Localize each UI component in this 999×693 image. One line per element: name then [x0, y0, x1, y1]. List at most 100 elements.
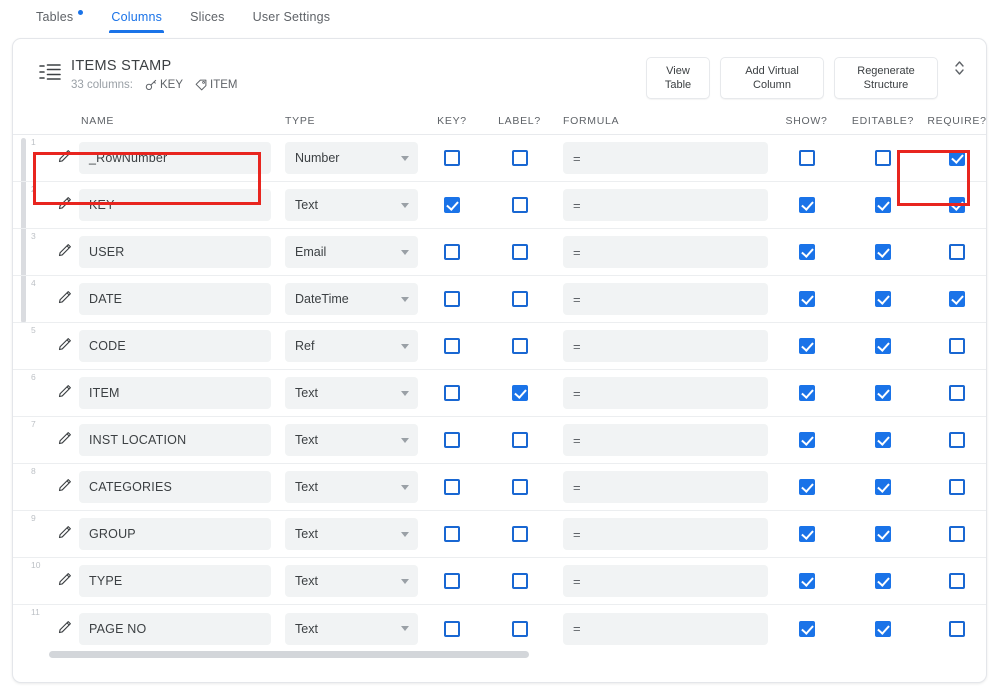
key-checkbox[interactable] — [444, 385, 460, 401]
label-checkbox[interactable] — [511, 620, 528, 637]
formula-input[interactable]: = — [563, 518, 768, 550]
key-checkbox[interactable] — [444, 620, 460, 637]
column-type-select[interactable]: DateTime — [285, 283, 418, 315]
formula-input[interactable]: = — [563, 236, 768, 268]
require-checkbox[interactable] — [949, 526, 965, 542]
edit-column-button[interactable] — [51, 619, 79, 639]
show-checkbox[interactable] — [798, 432, 815, 448]
editable-checkbox[interactable] — [875, 479, 891, 495]
key-checkbox[interactable] — [444, 244, 460, 260]
label-checkbox[interactable] — [511, 573, 528, 589]
editable-checkbox[interactable] — [875, 432, 891, 448]
show-checkbox[interactable] — [798, 197, 815, 213]
require-checkbox[interactable] — [949, 385, 965, 401]
editable-checkbox[interactable] — [875, 338, 891, 354]
editable-checkbox[interactable] — [875, 385, 891, 401]
formula-input[interactable]: = — [563, 283, 768, 315]
label-checkbox[interactable] — [511, 385, 528, 401]
column-name-input[interactable]: TYPE — [79, 565, 271, 597]
column-type-select[interactable]: Text — [285, 189, 418, 221]
show-checkbox[interactable] — [798, 573, 815, 589]
horizontal-scrollbar-thumb[interactable] — [49, 651, 529, 658]
column-type-select[interactable]: Text — [285, 377, 418, 409]
column-name-input[interactable]: CODE — [79, 330, 271, 362]
formula-input[interactable]: = — [563, 142, 768, 174]
edit-column-button[interactable] — [51, 242, 79, 262]
require-checkbox[interactable] — [949, 244, 965, 260]
key-checkbox[interactable] — [444, 291, 460, 307]
require-checkbox[interactable] — [949, 338, 965, 354]
tab-user-settings[interactable]: User Settings — [239, 0, 345, 33]
label-checkbox[interactable] — [511, 338, 528, 354]
label-checkbox[interactable] — [511, 244, 528, 260]
column-name-input[interactable]: ITEM — [79, 377, 271, 409]
editable-checkbox[interactable] — [875, 150, 891, 166]
editable-checkbox[interactable] — [875, 620, 891, 637]
tab-tables[interactable]: Tables — [22, 0, 97, 33]
formula-input[interactable]: = — [563, 330, 768, 362]
regenerate-structure-button[interactable]: Regenerate Structure — [834, 57, 938, 99]
column-type-select[interactable]: Text — [285, 424, 418, 456]
show-checkbox[interactable] — [798, 526, 815, 542]
show-checkbox[interactable] — [798, 385, 815, 401]
require-checkbox[interactable] — [949, 573, 965, 589]
column-name-input[interactable]: KEY — [79, 189, 271, 221]
label-checkbox[interactable] — [511, 291, 528, 307]
column-name-input[interactable]: _RowNumber — [79, 142, 271, 174]
label-checkbox[interactable] — [511, 526, 528, 542]
editable-checkbox[interactable] — [875, 573, 891, 589]
column-type-select[interactable]: Text — [285, 471, 418, 503]
key-checkbox[interactable] — [444, 479, 460, 495]
show-checkbox[interactable] — [798, 291, 815, 307]
label-checkbox[interactable] — [511, 150, 528, 166]
formula-input[interactable]: = — [563, 424, 768, 456]
key-checkbox[interactable] — [444, 573, 460, 589]
column-type-select[interactable]: Text — [285, 612, 418, 645]
key-checkbox[interactable] — [444, 338, 460, 354]
edit-column-button[interactable] — [51, 524, 79, 544]
label-checkbox[interactable] — [511, 479, 528, 495]
edit-column-button[interactable] — [51, 383, 79, 403]
column-type-select[interactable]: Ref — [285, 330, 418, 362]
formula-input[interactable]: = — [563, 471, 768, 503]
column-type-select[interactable]: Text — [285, 565, 418, 597]
key-checkbox[interactable] — [444, 526, 460, 542]
require-checkbox[interactable] — [949, 479, 965, 495]
column-name-input[interactable]: USER — [79, 236, 271, 268]
require-checkbox[interactable] — [949, 620, 965, 637]
edit-column-button[interactable] — [51, 289, 79, 309]
formula-input[interactable]: = — [563, 377, 768, 409]
label-checkbox[interactable] — [511, 197, 528, 213]
edit-column-button[interactable] — [51, 571, 79, 591]
tab-columns[interactable]: Columns — [97, 0, 176, 33]
column-name-input[interactable]: PAGE NO — [79, 612, 271, 645]
edit-column-button[interactable] — [51, 195, 79, 215]
require-checkbox[interactable] — [949, 150, 965, 166]
formula-input[interactable]: = — [563, 565, 768, 597]
formula-input[interactable]: = — [563, 189, 768, 221]
editable-checkbox[interactable] — [875, 526, 891, 542]
show-checkbox[interactable] — [798, 620, 815, 637]
column-name-input[interactable]: GROUP — [79, 518, 271, 550]
require-checkbox[interactable] — [949, 291, 965, 307]
column-type-select[interactable]: Text — [285, 518, 418, 550]
show-checkbox[interactable] — [798, 338, 815, 354]
require-checkbox[interactable] — [949, 432, 965, 448]
show-checkbox[interactable] — [798, 479, 815, 495]
column-name-input[interactable]: INST LOCATION — [79, 424, 271, 456]
key-checkbox[interactable] — [444, 432, 460, 448]
editable-checkbox[interactable] — [875, 197, 891, 213]
require-checkbox[interactable] — [949, 197, 965, 213]
edit-column-button[interactable] — [51, 430, 79, 450]
edit-column-button[interactable] — [51, 336, 79, 356]
key-checkbox[interactable] — [444, 197, 460, 213]
add-virtual-column-button[interactable]: Add Virtual Column — [720, 57, 824, 99]
formula-input[interactable]: = — [563, 612, 768, 645]
editable-checkbox[interactable] — [875, 244, 891, 260]
editable-checkbox[interactable] — [875, 291, 891, 307]
view-table-button[interactable]: View Table — [646, 57, 710, 99]
column-name-input[interactable]: DATE — [79, 283, 271, 315]
tab-slices[interactable]: Slices — [176, 0, 239, 33]
expand-collapse-chevrons-icon[interactable] — [946, 53, 972, 83]
column-name-input[interactable]: CATEGORIES — [79, 471, 271, 503]
